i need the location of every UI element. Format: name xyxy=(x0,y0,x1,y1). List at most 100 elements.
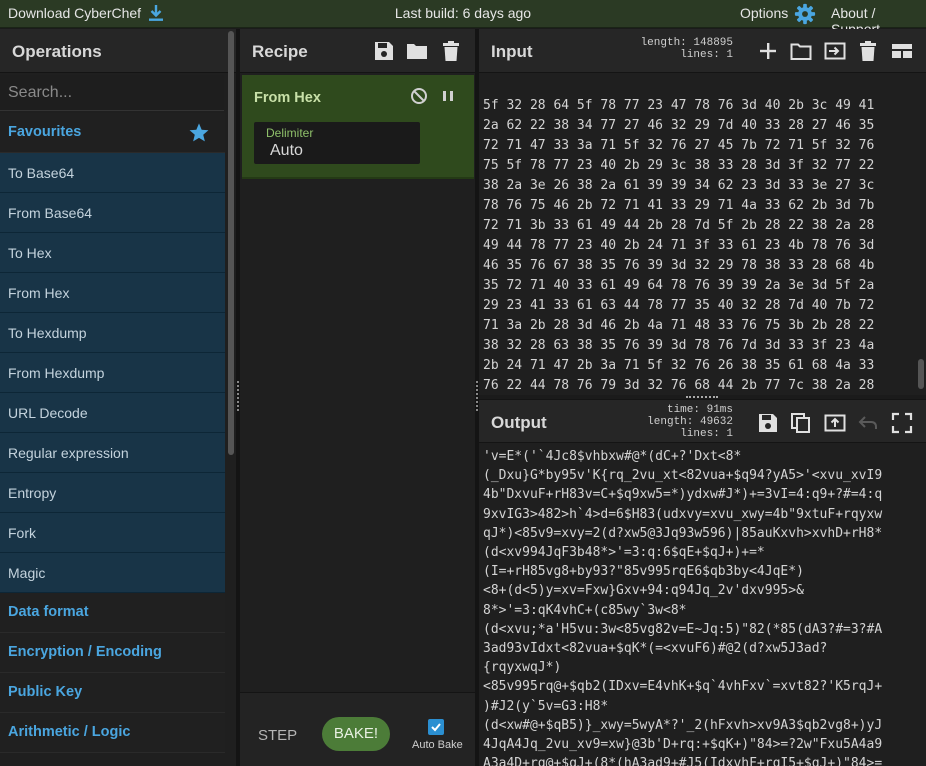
resize-grip[interactable] xyxy=(237,381,239,411)
input-textarea[interactable]: 5f 32 28 64 5f 78 77 23 47 78 76 3d 40 2… xyxy=(483,67,913,393)
gear-icon[interactable] xyxy=(794,3,816,25)
operations-header: Operations xyxy=(0,29,236,73)
operation-item[interactable]: To Hexdump xyxy=(0,313,225,353)
undo-icon[interactable] xyxy=(857,412,879,434)
operations-scrollbar[interactable] xyxy=(228,31,234,455)
input-text-line: 71 3a 2b 28 3d 46 2b 4a 71 48 33 76 75 3… xyxy=(483,318,875,333)
operation-item[interactable]: Entropy xyxy=(0,473,225,513)
output-text-line: (d<xv994JqF3b48*>'=3:q:6$qE+$qJ+)+=* xyxy=(483,545,765,561)
options-link[interactable]: Options xyxy=(740,5,788,21)
input-lines: lines: 1 xyxy=(680,49,733,61)
recipe-operation-from-hex[interactable]: From Hex Delimiter Auto xyxy=(242,75,474,179)
operations-list: Favourites To Base64 From Base64 To Hex … xyxy=(0,113,225,753)
open-folder-icon[interactable] xyxy=(790,40,812,62)
input-text-line: 75 5f 78 77 23 40 2b 29 3c 38 33 28 3d 3… xyxy=(483,158,875,173)
pause-icon[interactable] xyxy=(440,88,456,104)
operation-item[interactable]: From Hexdump xyxy=(0,353,225,393)
clear-input-icon[interactable] xyxy=(857,40,879,62)
operation-item[interactable]: Regular expression xyxy=(0,433,225,473)
input-text-line: 35 72 71 40 33 61 49 64 78 76 39 39 2a 3… xyxy=(483,278,875,293)
step-button[interactable]: STEP xyxy=(258,727,297,744)
operation-item[interactable]: To Base64 xyxy=(0,153,225,193)
operation-item[interactable]: Magic xyxy=(0,553,225,593)
input-stats: length: 148895 lines: 1 xyxy=(639,37,733,61)
output-text-line: (I=+rH85vg8+by93?"85v995rqE6$qb3by<4JqE*… xyxy=(483,564,804,580)
operations-pane: Operations Favourites To Base64 From Bas… xyxy=(0,29,236,766)
input-text-line: 72 71 47 33 3a 71 5f 32 76 27 45 7b 72 7… xyxy=(483,138,875,153)
input-title: Input xyxy=(491,42,533,61)
operation-item[interactable]: To Hex xyxy=(0,233,225,273)
input-scrollbar[interactable] xyxy=(918,359,924,389)
input-text-line: 5f 32 28 64 5f 78 77 23 47 78 76 3d 40 2… xyxy=(483,98,875,113)
input-pane: Input length: 148895 lines: 1 5f 32 28 6… xyxy=(479,29,926,395)
star-icon[interactable] xyxy=(188,122,210,144)
output-pane: Output time: 91ms length: 49632 lines: 1… xyxy=(479,399,926,766)
input-text-line: 78 76 75 46 2b 72 71 41 33 29 71 4a 33 6… xyxy=(483,198,875,213)
output-text-line: 8*>'=3:qK4vhC+(c85wy`3w<8* xyxy=(483,602,687,618)
input-text-line: 2a 62 22 38 34 77 27 46 32 29 7d 40 33 2… xyxy=(483,118,875,133)
copy-icon[interactable] xyxy=(790,412,812,434)
output-text-line: (d<xvu;*a'H5vu:3w<85vg82v=E~Jq:5)"82(*85… xyxy=(483,621,883,637)
category-favourites[interactable]: Favourites xyxy=(0,113,225,153)
recipe-pane: Recipe From Hex Delimiter Auto STEP BAKE… xyxy=(240,29,475,766)
recipe-title: Recipe xyxy=(252,42,308,61)
operations-search-input[interactable] xyxy=(0,75,224,111)
output-time: time: 91ms xyxy=(666,404,733,416)
operation-item[interactable]: From Hex xyxy=(0,273,225,313)
resize-grip[interactable] xyxy=(476,381,478,411)
bake-button[interactable]: BAKE! xyxy=(322,717,390,751)
delimiter-value[interactable]: Auto xyxy=(270,142,303,160)
save-icon[interactable] xyxy=(373,40,395,62)
output-text-line: {rqyxwqJ*) xyxy=(483,660,562,676)
delimiter-field[interactable]: Delimiter Auto xyxy=(254,122,420,164)
category-encryption-encoding[interactable]: Encryption / Encoding xyxy=(0,633,225,673)
input-text-line: 76 22 44 78 76 79 3d 32 76 68 44 2b 77 7… xyxy=(483,378,875,393)
autobake-checkbox[interactable] xyxy=(428,719,444,735)
input-length: length: 148895 xyxy=(640,37,733,49)
output-text-line: qJ*)<85v9=xvy=2(d?xw5@3Jq93w596)|85auKxv… xyxy=(483,525,883,541)
recipe-header: Recipe xyxy=(240,29,475,73)
output-text-line: 9xvIG3>482>h`4>d=6$H83(udxvy=xvu_xwy=4b"… xyxy=(483,506,883,522)
input-text-line: 29 23 41 33 61 63 44 78 77 35 40 32 28 7… xyxy=(483,298,875,313)
output-length: length: 49632 xyxy=(647,416,733,428)
open-file-icon[interactable] xyxy=(824,40,846,62)
category-public-key[interactable]: Public Key xyxy=(0,673,225,713)
input-text-line: 38 32 28 63 38 35 76 39 3d 78 76 7d 3d 3… xyxy=(483,338,875,353)
category-data-format[interactable]: Data format xyxy=(0,593,225,633)
output-lines: lines: 1 xyxy=(680,428,733,440)
category-arithmetic-logic[interactable]: Arithmetic / Logic xyxy=(0,713,225,753)
output-text-line: 4JqA4Jq_2vu_xv9=xw}@3b'D+rq:+$qK+)"84>=?… xyxy=(483,737,883,753)
maximize-icon[interactable] xyxy=(891,412,913,434)
autobake-label: Auto Bake xyxy=(412,739,463,751)
output-header: Output time: 91ms length: 49632 lines: 1 xyxy=(479,399,926,443)
output-text-line: 4b"DxvuF+rH83v=C+$q9xw5=*)ydxw#J*)+=3vI=… xyxy=(483,487,883,503)
top-banner: Download CyberChef Last build: 6 days ag… xyxy=(0,0,926,37)
output-text-line: (d<xw#@+$qB5)}_xwy=5wyA*?'_2(hFxvh>xv9A3… xyxy=(483,717,883,733)
trash-icon[interactable] xyxy=(440,40,462,62)
category-label: Favourites xyxy=(8,124,82,140)
output-text-line: (_Dxu}G*by95v'K{rq_2vu_xt<82vua+$q94?yA5… xyxy=(483,468,883,484)
add-icon[interactable] xyxy=(757,40,779,62)
recipe-controls: STEP BAKE! Auto Bake xyxy=(240,692,475,766)
output-text-line: <85v995rq@+$qb2(IDxv=E4vhK+$q`4vhFxv`=xv… xyxy=(483,679,883,695)
input-text-line: 2b 24 71 47 2b 3a 71 5f 32 76 26 38 35 6… xyxy=(483,358,875,373)
recipe-operation-title: From Hex xyxy=(254,90,321,106)
disable-icon[interactable] xyxy=(410,87,428,105)
input-text-line: 49 44 78 77 23 40 2b 24 71 3f 33 61 23 4… xyxy=(483,238,875,253)
delimiter-label: Delimiter xyxy=(266,126,314,140)
output-textarea[interactable]: 'v=E*('`4Jc8$vhbxw#@*(dC+?'Dxt<8* (_Dxu}G… xyxy=(483,447,919,766)
check-icon xyxy=(431,723,441,732)
save-output-icon[interactable] xyxy=(757,412,779,434)
operation-item[interactable]: From Base64 xyxy=(0,193,225,233)
output-title: Output xyxy=(491,413,547,432)
input-text-line: 38 2a 3e 26 38 2a 61 39 39 34 62 23 3d 3… xyxy=(483,178,875,193)
operation-item[interactable]: Fork xyxy=(0,513,225,553)
replace-input-icon[interactable] xyxy=(824,412,846,434)
folder-icon[interactable] xyxy=(406,40,428,62)
layout-icon[interactable] xyxy=(891,40,913,62)
input-text-line: 46 35 76 67 38 35 76 39 3d 32 29 78 38 3… xyxy=(483,258,875,273)
input-text-line: 72 71 3b 33 61 49 44 2b 28 7d 5f 2b 28 2… xyxy=(483,218,875,233)
output-stats: time: 91ms length: 49632 lines: 1 xyxy=(639,404,733,440)
operation-item[interactable]: URL Decode xyxy=(0,393,225,433)
output-text-line: )#J2(y`5v=G3:H8* xyxy=(483,698,609,714)
